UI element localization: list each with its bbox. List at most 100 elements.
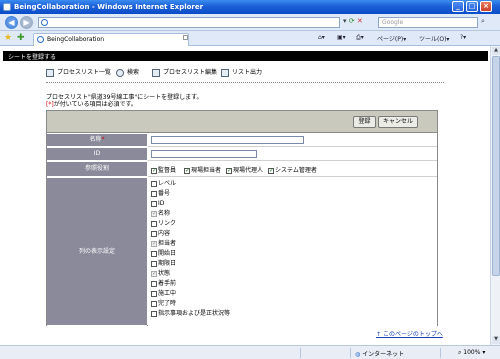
scroll-thumb[interactable]: [492, 56, 500, 276]
role-checkbox[interactable]: [226, 167, 232, 174]
column-checkbox[interactable]: [151, 250, 157, 257]
scroll-down-icon[interactable]: ▼: [492, 336, 500, 344]
globe-icon: ◍: [355, 351, 361, 358]
tools-menu-label: ツール(O): [419, 36, 447, 43]
column-option: 名称: [151, 210, 170, 218]
column-checkbox[interactable]: [151, 310, 157, 317]
register-button[interactable]: 登録: [353, 116, 376, 128]
menu-list-export[interactable]: リスト出力: [221, 68, 262, 78]
id-field[interactable]: [151, 150, 257, 158]
status-bar: ◍ インターネット ⌕ 100% ▾: [0, 345, 500, 359]
column-checkbox[interactable]: [151, 260, 157, 267]
ie-page-icon: [37, 36, 44, 43]
search-icon[interactable]: ⌕: [481, 17, 485, 26]
role-option[interactable]: 現場担当者: [184, 165, 221, 174]
forward-icon[interactable]: ▶: [20, 16, 33, 29]
tab-toolbar: ★ ✚ BeingCollaboration ⌂▾ ▣▾ ⎙▾ ページ(P)▾ …: [0, 31, 500, 46]
column-option[interactable]: 番号: [151, 190, 170, 198]
page-title: シートを登録する: [8, 54, 57, 61]
column-option-label: 担当者: [158, 240, 177, 247]
menu-process-edit[interactable]: プロセスリスト編集: [152, 68, 217, 78]
column-option[interactable]: 内容: [151, 230, 170, 238]
address-toolbar: ◀ ▶ ▾ ⟳ ✕ Google ⌕: [0, 14, 500, 31]
page-viewport: シートを登録する プロセスリスト一覧 検索 プロセスリスト編集 リスト出力 プロ…: [0, 46, 490, 345]
column-checkbox[interactable]: [151, 200, 157, 207]
id-label: ID: [47, 148, 147, 161]
column-option-label: ID: [158, 200, 165, 207]
column-checkbox[interactable]: [151, 280, 157, 287]
menu-label: プロセスリスト編集: [163, 69, 218, 76]
favorites-star-icon[interactable]: ★: [4, 33, 12, 43]
column-option[interactable]: 完了時: [151, 300, 176, 308]
tools-menu[interactable]: ツール(O)▾: [419, 34, 449, 43]
vertical-scrollbar[interactable]: ▲ ▼: [490, 46, 500, 345]
column-option[interactable]: 期限日: [151, 260, 176, 268]
role-option[interactable]: 現場代理人: [226, 165, 263, 174]
page-menu[interactable]: ページ(P)▾: [377, 34, 406, 43]
column-option-label: 着手前: [158, 280, 177, 287]
page-header: シートを登録する: [3, 51, 488, 61]
column-option[interactable]: 開始日: [151, 250, 176, 258]
scroll-up-icon[interactable]: ▲: [492, 47, 500, 55]
column-option[interactable]: ID: [151, 200, 164, 208]
role-option-label: 現場担当者: [191, 167, 222, 174]
column-option-label: 指示事項および是正状況等: [158, 310, 231, 317]
page-top-link[interactable]: ↑ このページのトップへ: [376, 329, 443, 338]
home-icon[interactable]: ⌂▾: [318, 34, 325, 41]
column-option-label: 期限日: [158, 260, 177, 267]
column-checkbox[interactable]: [151, 230, 157, 237]
zone-label: インターネット: [362, 351, 405, 358]
new-tab-icon[interactable]: [183, 35, 188, 40]
column-checkbox[interactable]: [151, 220, 157, 227]
status-divider: [440, 348, 441, 358]
column-checkbox[interactable]: [151, 180, 157, 187]
required-notice: [*]が付いている項目は必須です。: [46, 99, 137, 108]
name-label: 名称*: [47, 134, 147, 147]
column-option[interactable]: 指示事項および是正状況等: [151, 310, 230, 318]
menu-search[interactable]: 検索: [116, 68, 139, 78]
ie-page-icon: [41, 19, 48, 26]
status-divider: [300, 348, 301, 358]
column-checkbox[interactable]: [151, 290, 157, 297]
role-option[interactable]: 監督員: [151, 165, 176, 174]
column-option[interactable]: リンク: [151, 220, 176, 228]
role-checkbox[interactable]: [184, 167, 190, 174]
refresh-icon[interactable]: ⟳: [349, 17, 355, 25]
column-option[interactable]: 施工中: [151, 290, 176, 298]
role-option-label: 監督員: [158, 167, 177, 174]
help-icon[interactable]: ?▾: [460, 34, 466, 41]
role-checkbox[interactable]: [151, 167, 157, 174]
print-icon[interactable]: ⎙▾: [356, 34, 364, 42]
column-option[interactable]: レベル: [151, 180, 176, 188]
menu-label: リスト出力: [232, 69, 263, 76]
column-checkbox[interactable]: [151, 190, 157, 197]
browser-tab[interactable]: BeingCollaboration: [33, 33, 189, 46]
name-field[interactable]: [151, 136, 304, 144]
role-option-label: システム管理者: [275, 167, 317, 174]
stop-icon[interactable]: ✕: [357, 17, 363, 25]
dropdown-icon[interactable]: ▾: [343, 17, 347, 25]
edit-icon: [152, 68, 160, 77]
minimize-button[interactable]: _: [452, 1, 464, 12]
cancel-button[interactable]: キャンセル: [378, 116, 418, 128]
column-option[interactable]: 着手前: [151, 280, 176, 288]
column-checkbox[interactable]: [151, 300, 157, 307]
search-input[interactable]: Google: [378, 17, 478, 28]
id-cell: [148, 148, 437, 161]
name-required-mark: *: [101, 136, 105, 143]
address-input[interactable]: [38, 17, 340, 28]
column-checkbox: [151, 270, 157, 278]
role-option[interactable]: システム管理者: [268, 165, 317, 174]
add-favorite-icon[interactable]: ✚: [17, 33, 25, 43]
back-icon[interactable]: ◀: [5, 16, 18, 29]
window-title: BeingCollaboration - Windows Internet Ex…: [14, 3, 204, 11]
close-button[interactable]: ×: [480, 1, 492, 12]
security-zone[interactable]: ◍ インターネット: [355, 349, 404, 358]
role-checkbox[interactable]: [268, 167, 274, 174]
page-menu-label: ページ(P): [377, 36, 404, 43]
menu-process-list[interactable]: プロセスリスト一覧: [46, 68, 111, 78]
zoom-level[interactable]: ⌕ 100% ▾: [458, 349, 485, 357]
feeds-icon[interactable]: ▣▾: [337, 34, 346, 41]
maximize-button[interactable]: □: [466, 1, 478, 12]
column-option-label: 状態: [158, 270, 171, 277]
